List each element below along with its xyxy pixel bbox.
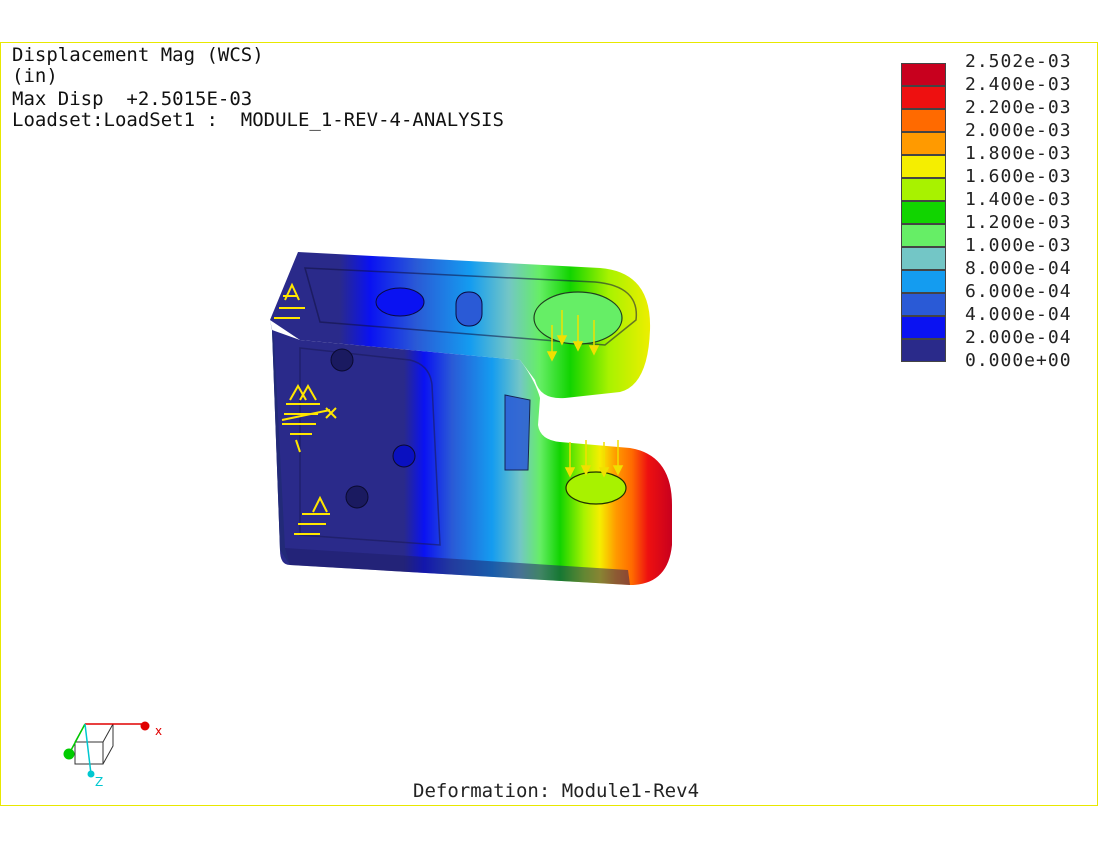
y-axis-marker bbox=[63, 748, 75, 760]
legend-swatch bbox=[901, 224, 946, 247]
legend-label: 4.000e-04 bbox=[965, 304, 1072, 325]
legend-label: 2.000e-03 bbox=[965, 120, 1072, 141]
deformation-caption: Deformation: Module1-Rev4 bbox=[413, 780, 699, 802]
bottom-bore bbox=[565, 471, 627, 505]
legend-swatch bbox=[901, 132, 946, 155]
legend-swatch bbox=[901, 316, 946, 339]
z-axis-marker bbox=[87, 770, 95, 778]
legend-label: 1.800e-03 bbox=[965, 143, 1072, 164]
legend-swatch bbox=[901, 201, 946, 224]
x-axis-label: x bbox=[155, 724, 162, 738]
legend-swatch bbox=[901, 86, 946, 109]
legend-label-min: 0.000e+00 bbox=[965, 350, 1072, 371]
z-axis-line bbox=[84, 723, 92, 775]
legend-swatch bbox=[901, 155, 946, 178]
legend-swatch bbox=[901, 293, 946, 316]
coordinate-triad: x Z bbox=[63, 721, 162, 789]
deformation-label: Deformation: bbox=[413, 780, 551, 802]
z-axis-label: Z bbox=[95, 775, 103, 789]
side-hole-2 bbox=[392, 444, 416, 468]
legend-label: 1.200e-03 bbox=[965, 212, 1072, 233]
legend-label: 8.000e-04 bbox=[965, 258, 1072, 279]
triad-cube bbox=[74, 723, 114, 765]
inner-window bbox=[504, 394, 531, 471]
legend-label: 1.600e-03 bbox=[965, 166, 1072, 187]
legend-swatch bbox=[901, 270, 946, 293]
legend-label: 2.400e-03 bbox=[965, 74, 1072, 95]
deformation-value: Module1-Rev4 bbox=[561, 780, 700, 802]
legend-label: 1.000e-03 bbox=[965, 235, 1072, 256]
legend-label: 2.200e-03 bbox=[965, 97, 1072, 118]
legend-swatch bbox=[901, 178, 946, 201]
legend-label: 6.000e-04 bbox=[965, 281, 1072, 302]
x-axis-marker bbox=[140, 721, 150, 731]
legend-swatch bbox=[901, 339, 946, 362]
legend-label: 2.000e-04 bbox=[965, 327, 1072, 348]
side-hole-1 bbox=[330, 348, 354, 372]
legend-label: 1.400e-03 bbox=[965, 189, 1072, 210]
legend-label: 2.502e-03 bbox=[965, 51, 1072, 72]
legend-swatch bbox=[901, 109, 946, 132]
top-hole-left bbox=[375, 287, 425, 317]
side-hole-3 bbox=[345, 485, 369, 509]
top-slot bbox=[455, 291, 483, 327]
legend-swatch bbox=[901, 63, 946, 86]
legend-swatch bbox=[901, 247, 946, 270]
